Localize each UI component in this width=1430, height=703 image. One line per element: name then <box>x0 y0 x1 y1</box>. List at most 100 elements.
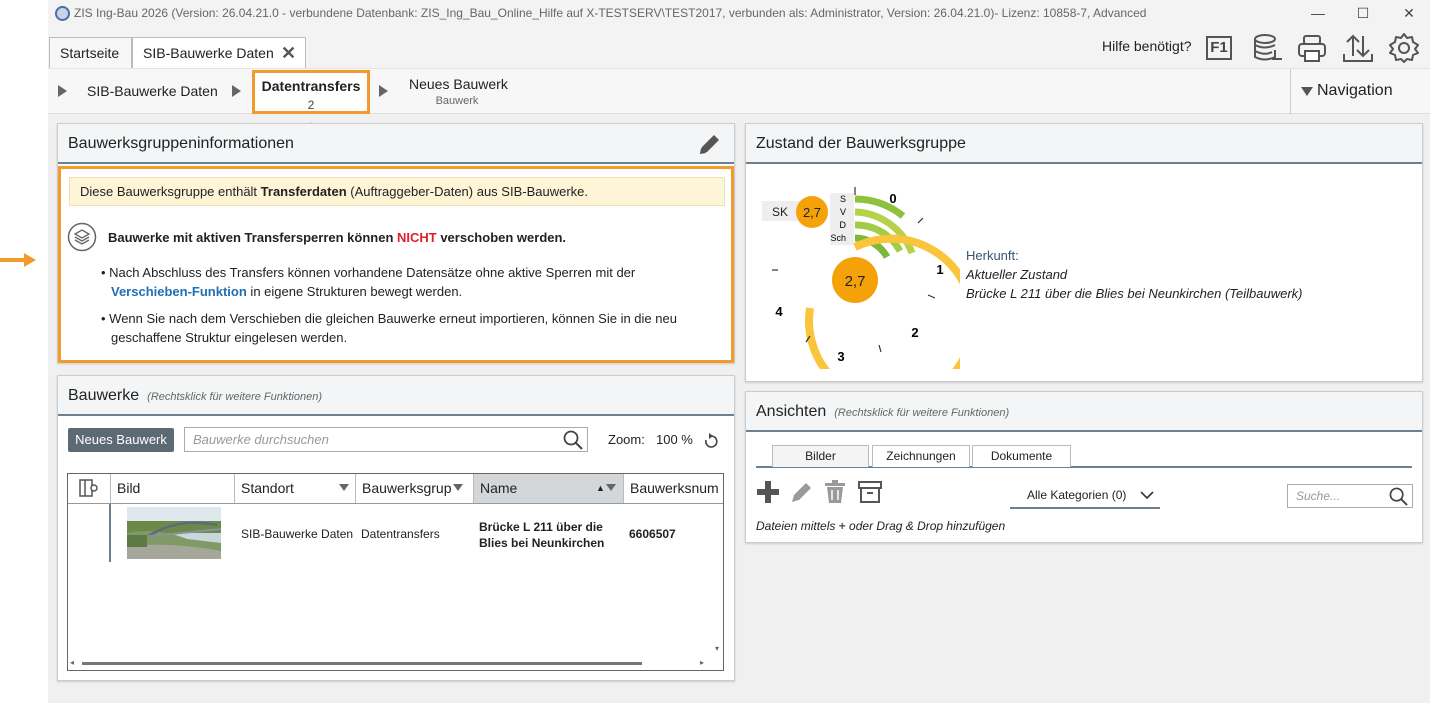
bullet-item-2: • Wenn Sie nach dem Verschieben die glei… <box>101 309 731 347</box>
tab-sib-bauwerke-daten[interactable]: SIB-Bauwerke Daten ✕ <box>132 37 306 68</box>
drop-hint-text: oder Drag & Drop hinzufügen <box>845 519 1006 533</box>
search-icon[interactable] <box>563 430 583 450</box>
bauwerke-panel: Bauwerke (Rechtsklick für weitere Funktio… <box>57 375 735 681</box>
app-logo-icon <box>55 6 70 21</box>
zustand-panel: Zustand der Bauwerksgruppe SK 2,7 S V D … <box>745 123 1423 382</box>
gauge-sk-value: 2,7 <box>803 205 821 220</box>
column-label: Bild <box>117 480 141 496</box>
breadcrumb-arrow-icon <box>379 85 388 97</box>
navigation-label: Navigation <box>1317 82 1393 99</box>
bauwerke-search-field[interactable]: Bauwerke durchsuchen <box>184 427 588 452</box>
condition-gauge: SK 2,7 S V D Sch 2,7 0 1 2 3 4 <box>762 187 960 369</box>
gauge-sk-label: SK <box>772 205 788 219</box>
maximize-button[interactable]: ☐ <box>1348 4 1378 24</box>
navigation-button[interactable]: Navigation <box>1290 69 1430 114</box>
column-header-bauwerksgruppe[interactable]: Bauwerksgrup <box>356 474 474 503</box>
bullet-text: • Nach Abschluss des Transfers können vo… <box>101 265 636 280</box>
warning-red-text: NICHT <box>397 230 437 245</box>
help-label: Hilfe benötigt? <box>1102 38 1192 54</box>
tab-label: Startseite <box>60 45 120 61</box>
breadcrumb-count: 2 <box>307 98 315 112</box>
gear-icon[interactable] <box>1388 32 1420 64</box>
scale-label-2: 2 <box>911 325 918 340</box>
zoom-value[interactable]: 100 % <box>656 432 693 447</box>
scroll-left-arrow[interactable]: ◂ <box>70 658 74 667</box>
archive-icon[interactable] <box>858 480 882 504</box>
database-icon[interactable] <box>1252 32 1284 64</box>
reset-zoom-icon[interactable] <box>703 433 719 449</box>
vertical-scrollbar[interactable]: ▾ <box>713 504 723 658</box>
warning-text: Bauwerke mit aktiven Transfersperren kön… <box>108 230 397 245</box>
panel-header: Zustand der Bauwerksgruppe <box>746 124 1422 164</box>
cell-standort: SIB-Bauwerke Daten <box>241 527 354 541</box>
herkunft-label: Herkunft: <box>966 248 1019 263</box>
scroll-down-arrow[interactable]: ▾ <box>715 644 719 653</box>
f1-icon: F1 <box>1206 36 1232 60</box>
layers-icon <box>67 222 97 252</box>
ring-label-d: D <box>840 220 847 230</box>
trash-icon[interactable] <box>824 480 846 504</box>
breadcrumb-item-sib-bauwerke[interactable]: SIB-Bauwerke Daten <box>87 83 218 99</box>
filter-icon[interactable] <box>453 484 463 491</box>
verschieben-link[interactable]: Verschieben-Funktion <box>111 284 247 299</box>
scroll-right-arrow[interactable]: ▸ <box>700 658 704 667</box>
horizontal-scrollbar[interactable]: ◂ ▸ <box>68 658 713 670</box>
zoom-label: Zoom: <box>608 432 645 447</box>
column-header-name[interactable]: Name ▲ <box>474 474 624 503</box>
category-label: Alle Kategorien (0) <box>1027 488 1127 502</box>
scale-label-1: 1 <box>936 262 943 277</box>
panel-header: Bauwerke (Rechtsklick für weitere Funktio… <box>58 376 734 416</box>
tab-bilder[interactable]: Bilder <box>772 445 869 467</box>
filter-icon[interactable] <box>606 484 616 491</box>
cell-name-line: Blies bei Neunkirchen <box>479 536 605 550</box>
edit-pencil-icon[interactable] <box>790 480 814 504</box>
column-header-bauwerksnummer[interactable]: Bauwerksnum <box>624 474 723 503</box>
table-header: Bild Standort Bauwerksgrup Name ▲ Bauwerk… <box>68 474 723 504</box>
ring-label-s: S <box>840 194 846 204</box>
note-text: Diese Bauwerksgruppe enthält <box>80 184 261 199</box>
ring-label-v: V <box>840 207 846 217</box>
scale-label-3: 3 <box>837 349 844 364</box>
tab-close-icon[interactable]: ✕ <box>281 38 296 68</box>
import-export-icon[interactable] <box>1342 32 1374 64</box>
ansichten-search-field[interactable]: Suche... <box>1287 484 1413 508</box>
herkunft-source: Brücke L 211 über die Blies bei Neunkirc… <box>966 286 1303 301</box>
breadcrumb-arrow-icon <box>58 85 67 97</box>
transfer-info-box: Diese Bauwerksgruppe enthält Transferdat… <box>58 166 734 363</box>
bullet-text: in eigene Strukturen bewegt werden. <box>246 284 463 299</box>
new-bauwerk-button[interactable]: Neues Bauwerk <box>68 428 174 452</box>
row-selector[interactable] <box>68 504 111 562</box>
column-label: Bauwerksnum <box>630 480 719 496</box>
breadcrumb-sublabel: Bauwerk <box>435 95 479 107</box>
ansichten-panel: Ansichten (Rechtsklick für weitere Funkti… <box>745 391 1423 543</box>
tab-dokumente[interactable]: Dokumente <box>972 445 1071 467</box>
edit-pencil-icon[interactable] <box>696 132 722 158</box>
tab-startseite[interactable]: Startseite <box>49 37 132 68</box>
cell-bauwerksnummer: 6606507 <box>629 527 676 541</box>
breadcrumb-item-datentransfers[interactable]: Datentransfers 2 <box>252 70 370 114</box>
pointer-arrow-left <box>0 253 36 267</box>
gauge-center-value: 2,7 <box>845 273 866 290</box>
table-row[interactable]: SIB-Bauwerke Daten Datentransfers Brücke… <box>68 504 713 562</box>
column-settings-button[interactable] <box>68 474 111 503</box>
content-area: Bauwerksgruppeninformationen Diese Bauwe… <box>48 114 1430 703</box>
filter-icon[interactable] <box>339 484 349 491</box>
search-icon[interactable] <box>1389 487 1408 506</box>
transfer-warning: Bauwerke mit aktiven Transfersperren kön… <box>108 230 566 245</box>
transfer-note: Diese Bauwerksgruppe enthält Transferdat… <box>69 177 725 206</box>
bullet-item-1: • Nach Abschluss des Transfers können vo… <box>101 263 731 301</box>
f1-help-button[interactable]: F1 <box>1204 32 1236 64</box>
minimize-button[interactable]: — <box>1303 4 1333 24</box>
printer-icon[interactable] <box>1296 32 1328 64</box>
category-dropdown[interactable]: Alle Kategorien (0) <box>1010 485 1160 509</box>
add-icon[interactable] <box>756 480 780 504</box>
close-window-button[interactable]: ✕ <box>1394 4 1424 24</box>
scrollbar-thumb[interactable] <box>82 662 642 665</box>
tab-zeichnungen[interactable]: Zeichnungen <box>872 445 970 467</box>
panel-title: Zustand der Bauwerksgruppe <box>756 135 966 152</box>
column-header-standort[interactable]: Standort <box>235 474 356 503</box>
column-label: Name <box>480 480 518 496</box>
warning-text: verschoben werden. <box>436 230 567 245</box>
column-header-bild[interactable]: Bild <box>111 474 235 503</box>
breadcrumb-item-neues-bauwerk[interactable]: Neues Bauwerk Bauwerk <box>409 76 508 107</box>
